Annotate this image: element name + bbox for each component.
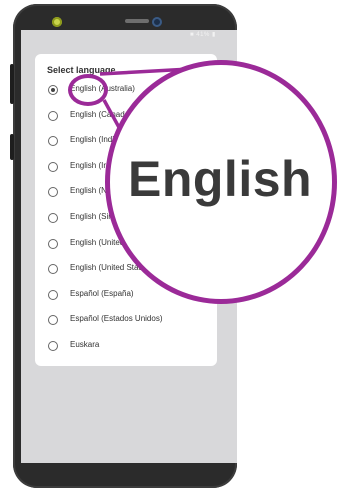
magnified-text: English	[128, 151, 313, 207]
magnifier-focus-ring	[68, 74, 108, 106]
